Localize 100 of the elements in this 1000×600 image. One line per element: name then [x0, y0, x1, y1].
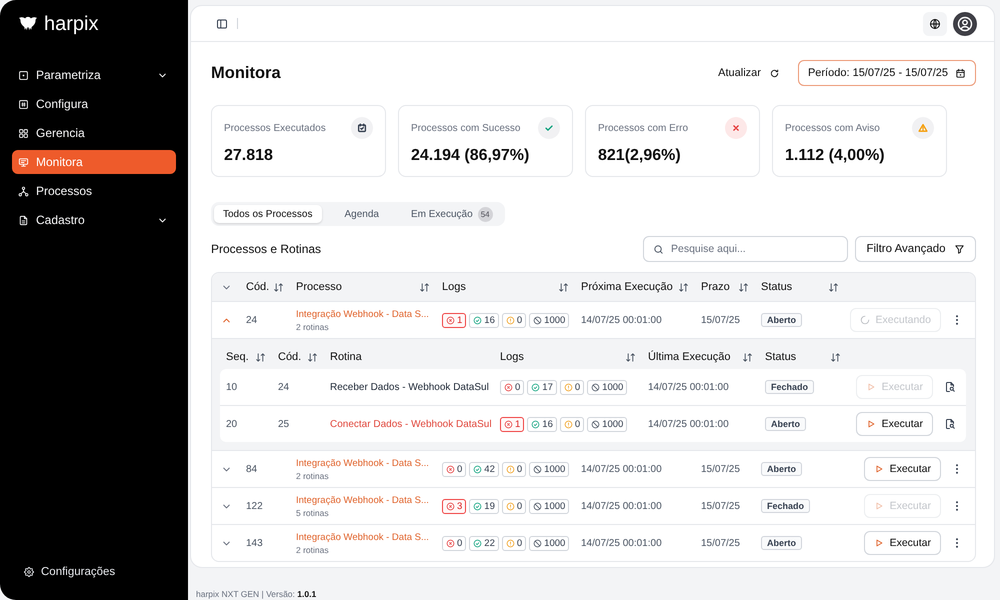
- tab[interactable]: Agenda: [336, 205, 388, 223]
- routine-count: 2 rotinas: [296, 322, 329, 332]
- search-field[interactable]: Pesquise aqui...: [643, 236, 848, 262]
- document-icon: [18, 214, 29, 226]
- sort-icon[interactable]: [307, 352, 318, 362]
- log-count: 0: [574, 382, 580, 392]
- routine-name: Conectar Dados - Webhook DataSul: [329, 418, 493, 430]
- table-cell-text: 24: [245, 314, 258, 326]
- log-count: 17: [542, 382, 553, 392]
- log-count: 1000: [602, 382, 624, 392]
- settings-icon: [24, 567, 34, 577]
- sort-icon[interactable]: [738, 282, 749, 292]
- log-count: 1000: [544, 314, 566, 326]
- ban-icon: [591, 420, 600, 428]
- sort-icon[interactable]: [830, 352, 841, 362]
- column-header: Cód.: [246, 281, 270, 293]
- filter-icon: [954, 244, 965, 254]
- run-button[interactable]: Executar: [864, 531, 941, 555]
- table-cell-text: 84: [245, 464, 258, 474]
- column-header: Última Execução: [648, 351, 731, 363]
- log-count: 19: [484, 500, 495, 512]
- sort-icon[interactable]: [255, 352, 266, 362]
- run-button[interactable]: Executar: [864, 457, 941, 481]
- log-count: 0: [457, 464, 462, 474]
- sort-icon[interactable]: [419, 282, 430, 292]
- table-cell-text: 24: [277, 382, 290, 392]
- run-button[interactable]: Executar: [856, 412, 933, 436]
- status-badge: Aberto: [761, 536, 802, 550]
- sort-icon[interactable]: [828, 282, 839, 292]
- table-cell-text: 15/07/25: [700, 314, 741, 326]
- refresh-button[interactable]: Atualizar: [718, 63, 780, 83]
- sidebar-item[interactable]: Processos: [12, 179, 176, 203]
- hash-icon: [18, 98, 29, 110]
- check-circle-icon: [473, 316, 482, 324]
- globe-button[interactable]: [923, 12, 947, 36]
- alert-icon: [506, 316, 515, 324]
- ban-icon: [533, 464, 542, 474]
- alert-icon: [506, 464, 515, 474]
- table-cell-text: 143: [245, 538, 264, 548]
- log-count: 16: [484, 314, 495, 326]
- table-cell-text: 20: [225, 418, 238, 430]
- check-circle-icon: [473, 538, 482, 548]
- column-header: Status: [765, 351, 796, 363]
- stat-label: Processos Executados: [224, 122, 326, 134]
- sort-icon[interactable]: [625, 352, 636, 362]
- ban-icon: [533, 502, 542, 510]
- tab[interactable]: Em Execução 54: [402, 205, 502, 223]
- error-icon: [504, 420, 513, 428]
- table-cell-text: 14/07/25 00:01:00: [580, 314, 663, 326]
- log-count: 1000: [602, 418, 624, 430]
- column-header: Próxima Execução: [581, 281, 673, 293]
- sort-icon[interactable]: [678, 282, 689, 292]
- sort-icon[interactable]: [558, 282, 569, 292]
- user-avatar-icon[interactable]: [953, 12, 977, 36]
- log-count: 1: [457, 314, 462, 326]
- column-header: Status: [761, 281, 792, 293]
- column-header: Seq.: [226, 351, 249, 363]
- table-cell-text: 122: [245, 500, 264, 512]
- sort-icon[interactable]: [273, 282, 284, 292]
- stat-value: 1.112 (4,00%): [785, 146, 886, 166]
- ban-icon: [591, 382, 600, 392]
- file-search-icon[interactable]: [944, 381, 956, 393]
- sidebar-item[interactable]: Configura: [12, 92, 176, 116]
- log-count: 0: [516, 314, 522, 326]
- check-icon: [538, 117, 560, 139]
- column-header: Rotina: [330, 351, 362, 363]
- check-circle-icon: [473, 502, 482, 510]
- status-badge: Fechado: [765, 380, 814, 394]
- alert-icon: [564, 382, 573, 392]
- column-header: Prazo: [701, 281, 730, 293]
- footer-text: harpix NXT GEN | Versão: 1.0.1: [196, 589, 316, 599]
- stat-value: 24.194 (86,97%): [411, 146, 530, 166]
- calendar-check-icon: [351, 117, 373, 139]
- error-icon: [504, 382, 513, 392]
- filter-button[interactable]: Filtro Avançado: [855, 236, 976, 262]
- date-range-button[interactable]: Período: 15/07/25 - 15/07/25: [798, 60, 976, 86]
- sidebar-item[interactable]: Cadastro: [12, 208, 176, 232]
- table-cell-text: 14/07/25 00:01:00: [580, 538, 663, 548]
- stat-value: 27.818: [224, 146, 274, 166]
- table-cell-text: 14/07/25 00:01:00: [647, 382, 730, 392]
- stat-label: Processos com Aviso: [785, 122, 880, 134]
- settings-item[interactable]: Configurações: [22, 566, 118, 578]
- log-count: 42: [484, 464, 495, 474]
- ban-icon: [533, 316, 542, 324]
- column-header: Cód.: [278, 351, 302, 363]
- sidebar-item[interactable]: Gerencia: [12, 121, 176, 145]
- sidebar-toggle-icon[interactable]: [216, 18, 228, 30]
- sort-icon[interactable]: [742, 352, 753, 362]
- log-count: 22: [484, 538, 495, 548]
- tab[interactable]: Todos os Processos: [214, 205, 322, 223]
- log-count: 0: [574, 418, 580, 430]
- search-icon: [653, 244, 664, 254]
- file-search-icon[interactable]: [944, 418, 956, 430]
- play-icon: [866, 419, 876, 429]
- sidebar-item[interactable]: Parametriza: [12, 63, 176, 87]
- log-count: 16: [542, 418, 553, 430]
- error-icon: [446, 464, 455, 474]
- status-badge: Aberto: [761, 313, 802, 327]
- network-icon: [18, 186, 29, 196]
- calendar-icon: [955, 68, 966, 78]
